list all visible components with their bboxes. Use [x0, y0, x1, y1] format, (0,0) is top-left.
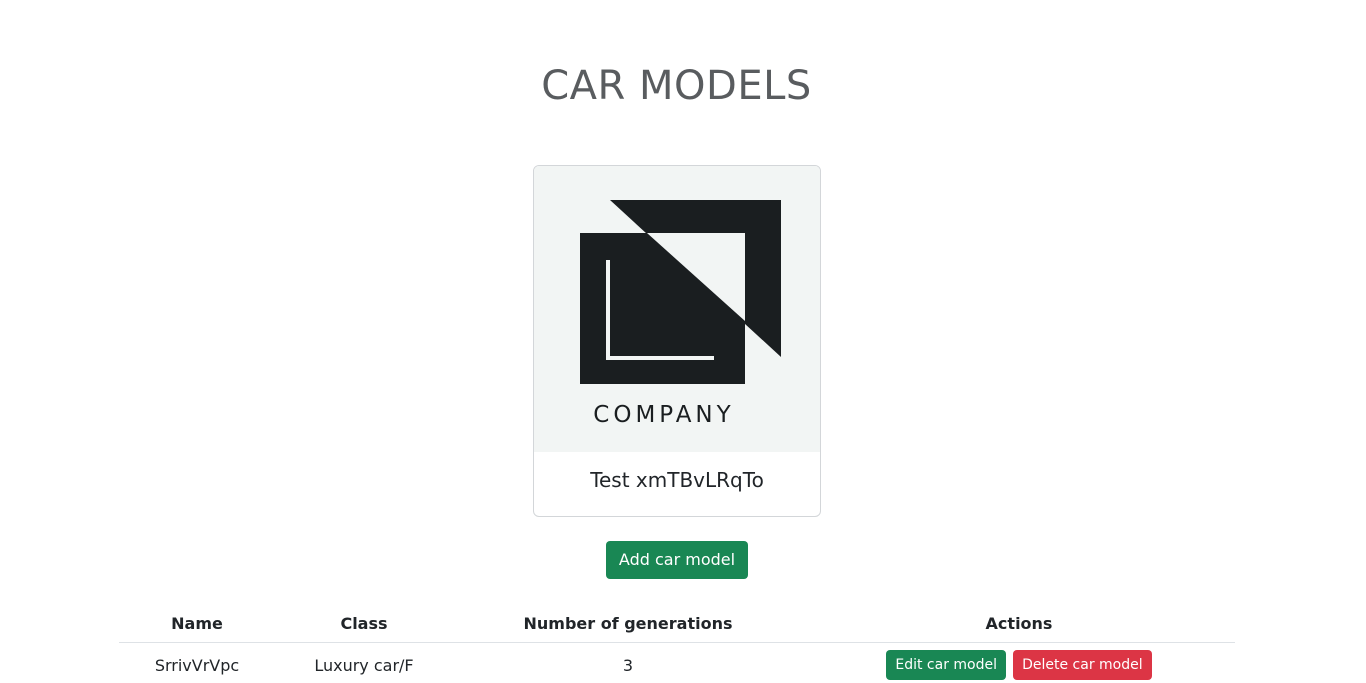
brand-name: Test xmTBvLRqTo [590, 468, 764, 492]
column-header-actions: Actions [803, 604, 1235, 643]
edit-car-model-button[interactable]: Edit car model [886, 650, 1006, 680]
table-row: SrrivVrVpc Luxury car/F 3 Edit car model… [119, 643, 1235, 683]
table-header-row: Name Class Number of generations Actions [119, 604, 1235, 643]
column-header-name: Name [119, 604, 275, 643]
delete-car-model-button[interactable]: Delete car model [1013, 650, 1152, 680]
cell-class: Luxury car/F [314, 655, 414, 675]
car-models-table: Name Class Number of generations Actions… [119, 604, 1235, 683]
page-title: CAR MODELS [541, 63, 812, 109]
company-logo-image: COMPANY [534, 166, 820, 452]
logo-wordmark: COMPANY [593, 402, 734, 428]
cell-actions: Edit car model Delete car model [803, 643, 1235, 683]
column-header-generations: Number of generations [453, 604, 803, 643]
cell-name: SrrivVrVpc [154, 655, 240, 675]
column-header-class: Class [275, 604, 453, 643]
page: CAR MODELS COMPANY Test xmTBvLRqTo Add c… [0, 0, 1366, 683]
brand-card: COMPANY Test xmTBvLRqTo [533, 165, 821, 517]
add-car-model-button[interactable]: Add car model [606, 541, 748, 579]
cell-generations: 3 [622, 655, 634, 675]
